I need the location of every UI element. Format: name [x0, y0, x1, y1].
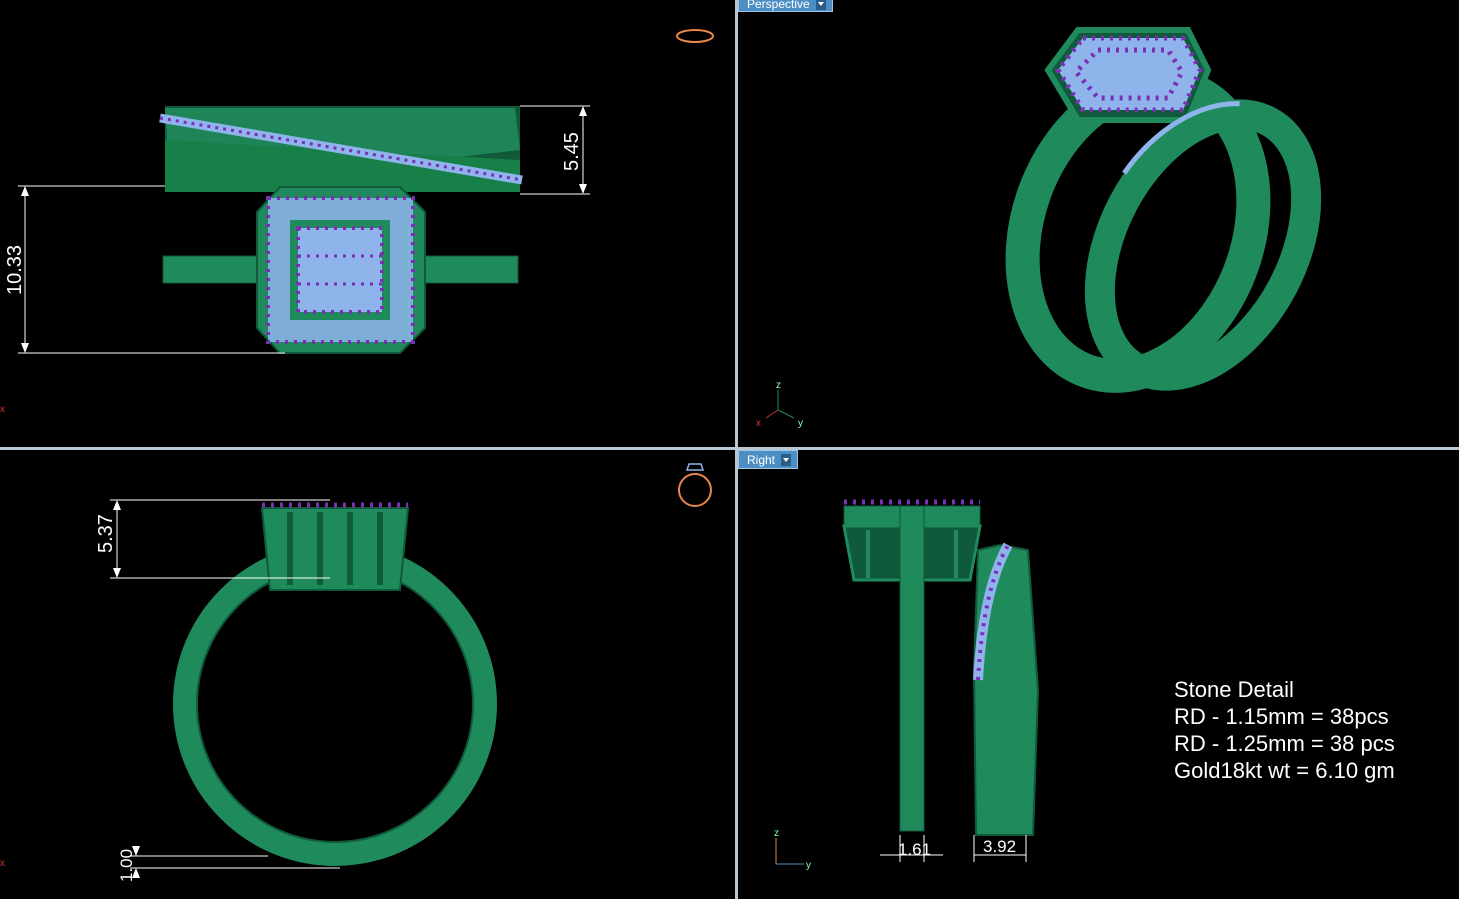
viewport-perspective[interactable]: Perspective z x y: [738, 0, 1459, 447]
axis-y-label: y: [806, 860, 811, 871]
axis-y-label: y: [798, 418, 803, 429]
axis-x-label: x: [0, 404, 5, 415]
stone-detail-title: Stone Detail: [1174, 677, 1294, 702]
right-view-drawing: 1.61 3.92 z y: [774, 499, 1040, 871]
axis-z-label: z: [776, 380, 781, 391]
stone-detail-line: RD - 1.25mm = 38 pcs: [1174, 731, 1395, 756]
axis-x-label: x: [0, 858, 5, 869]
viewport-front[interactable]: 5.37 1.00 x: [0, 450, 735, 899]
dim-width-2: 3.92: [983, 837, 1016, 856]
engagement-shank-side: [899, 505, 925, 832]
front-view-drawing: 5.37 1.00 x: [0, 463, 712, 882]
axis-x-label: x: [756, 418, 761, 429]
dim-head-height: 5.37: [95, 514, 117, 553]
axis-z-label: z: [774, 828, 779, 839]
orientation-ring-icon: [676, 29, 714, 43]
viewport-top[interactable]: 5.45 10.33 x: [0, 0, 735, 447]
stone-detail-panel: Stone Detail RD - 1.15mm = 38pcs RD - 1.…: [1174, 676, 1395, 784]
ring-shank-front: [173, 542, 497, 866]
top-view-drawing: 5.45 10.33 x: [0, 29, 714, 415]
perspective-drawing: z x y: [756, 27, 1322, 429]
wedding-band-side: [972, 543, 1040, 836]
dim-height-total: 10.33: [4, 245, 26, 295]
dim-bottom-thickness: 1.00: [117, 849, 136, 882]
viewport-right[interactable]: Right 1.61 3.92 z y Stone Detail RD - 1.…: [738, 450, 1459, 899]
stone-detail-line: RD - 1.15mm = 38pcs: [1174, 704, 1389, 729]
dim-width-1: 1.61: [898, 840, 931, 859]
dim-height-top: 5.45: [561, 132, 583, 171]
stone-detail-line: Gold18kt wt = 6.10 gm: [1174, 758, 1395, 783]
orientation-ring-icon: [678, 473, 712, 507]
